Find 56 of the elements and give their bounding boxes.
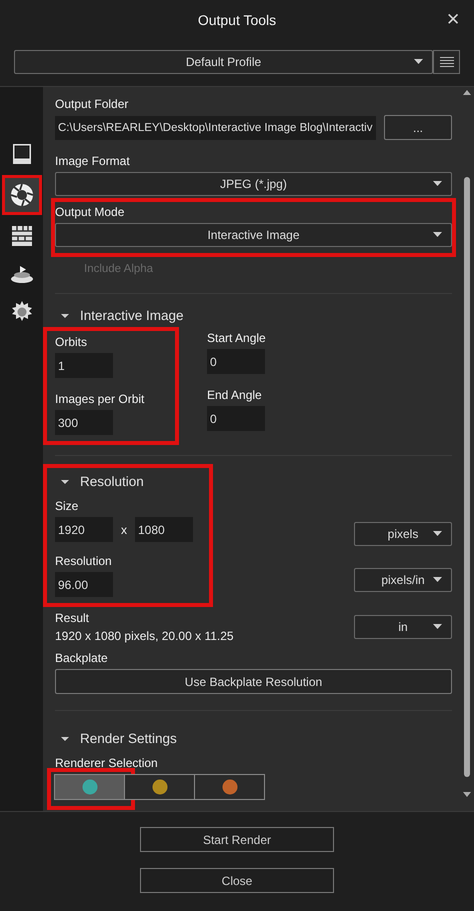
field-label: Resolution: [55, 554, 113, 568]
unit-dropdown[interactable]: pixels: [354, 522, 452, 546]
close-button[interactable]: ✕: [444, 9, 462, 30]
field-label: Image Format: [55, 154, 131, 168]
times-sign: x: [121, 522, 127, 536]
field-label: Renderer Selection: [55, 756, 159, 770]
number-field[interactable]: 300: [55, 410, 113, 435]
field-label: Backplate: [55, 651, 109, 665]
expand-icon: [61, 478, 69, 486]
field-label: End Angle: [207, 388, 263, 402]
section-header[interactable]: Render Settings: [55, 731, 452, 746]
field-label: Output Folder: [55, 97, 130, 111]
section-header[interactable]: Interactive Image: [55, 308, 452, 323]
sun-icon: [10, 301, 32, 323]
menu-icon: [440, 57, 454, 67]
footer-button[interactable]: Close: [140, 868, 334, 893]
renderer-button[interactable]: [194, 774, 265, 800]
folder-field[interactable]: C:\Users\REARLEY\Desktop\Interactive Image Blog\Interactiv: [55, 116, 376, 140]
caret-icon: [433, 232, 442, 237]
backplate-button[interactable]: Use Backplate Resolution: [55, 669, 452, 694]
result-text: 1920 x 1080 pixels, 20.00 x 11.25: [55, 629, 235, 643]
field-label: Orbits: [55, 335, 88, 349]
number-field[interactable]: 1: [55, 353, 113, 378]
unit-dropdown[interactable]: pixels/in: [354, 568, 452, 592]
mode-dropdown[interactable]: Interactive Image: [55, 223, 452, 247]
menu-button[interactable]: [433, 50, 460, 74]
field-label: Size: [55, 499, 80, 513]
caret-icon: [414, 59, 423, 64]
browse-button[interactable]: ...: [384, 115, 452, 140]
profile-dropdown[interactable]: Default Profile: [14, 50, 433, 74]
renderer-button[interactable]: [124, 774, 195, 800]
section-header[interactable]: Resolution: [55, 474, 144, 489]
width-field[interactable]: 1920: [55, 517, 113, 542]
caret-icon: [433, 577, 442, 582]
window-title: Output Tools: [198, 12, 276, 28]
aperture-icon: [10, 183, 34, 207]
field-label: Start Angle: [207, 331, 267, 345]
field-label: Result: [55, 611, 90, 625]
height-field[interactable]: 1080: [135, 517, 193, 542]
caret-icon: [433, 531, 442, 536]
footer-button[interactable]: Start Render: [140, 827, 334, 852]
expand-icon: [61, 734, 69, 742]
turntable-icon: [10, 264, 34, 284]
resolution-field[interactable]: 96.00: [55, 572, 113, 597]
caret-icon: [433, 181, 442, 186]
frame-icon: [12, 143, 32, 165]
format-dropdown[interactable]: JPEG (*.jpg): [55, 172, 452, 196]
field-label: Images per Orbit: [55, 392, 146, 406]
caret-icon: [433, 624, 442, 629]
number-field[interactable]: 0: [207, 349, 265, 374]
expand-icon: [61, 312, 69, 320]
clapper-icon: [10, 225, 32, 247]
number-field[interactable]: 0: [207, 406, 265, 431]
sidebar-tab[interactable]: [2, 175, 42, 215]
field-label: Output Mode: [55, 205, 126, 219]
unit-dropdown[interactable]: in: [354, 615, 452, 639]
